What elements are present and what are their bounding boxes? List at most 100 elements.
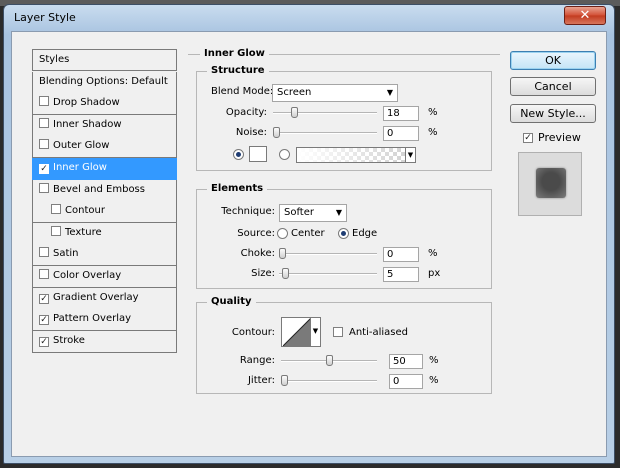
style-checkbox[interactable] [39, 139, 49, 150]
style-checkbox[interactable] [39, 182, 49, 193]
opacity-slider-thumb[interactable] [290, 107, 298, 118]
opacity-unit: % [428, 107, 438, 118]
choke-unit: % [428, 248, 438, 259]
style-list-item[interactable]: Color Overlay [32, 266, 177, 288]
source-edge-radio[interactable] [338, 228, 349, 239]
style-list-item[interactable]: Drop Shadow [32, 93, 177, 116]
contour-picker[interactable]: ▼ [281, 317, 321, 347]
source-center-radio[interactable] [277, 228, 288, 239]
style-list-item-label: Outer Glow [53, 140, 110, 152]
style-list-item[interactable]: Bevel and Emboss [32, 179, 177, 202]
range-slider-thumb[interactable] [326, 355, 333, 366]
style-list-item[interactable]: Outer Glow [32, 136, 177, 159]
glow-color-radio[interactable] [233, 149, 244, 160]
style-list-item[interactable]: Inner Shadow [32, 114, 177, 137]
size-slider[interactable] [279, 268, 377, 280]
jitter-slider[interactable] [281, 375, 377, 387]
glow-gradient-radio[interactable] [279, 149, 290, 160]
anti-aliased-label[interactable]: Anti-aliased [349, 327, 408, 338]
style-list-item-label: Blending Options: Default [39, 75, 168, 87]
range-unit: % [429, 355, 439, 366]
size-input[interactable]: 5 [383, 267, 419, 282]
elements-group: Elements Technique: Softer ▼ Source: Cen… [196, 183, 492, 289]
style-list-item-label: Gradient Overlay [53, 291, 139, 303]
preview-label[interactable]: Preview [538, 131, 581, 144]
style-checkbox[interactable] [39, 117, 49, 128]
technique-select[interactable]: Softer ▼ [279, 204, 347, 222]
style-checkbox[interactable]: ✓ [39, 315, 49, 326]
size-unit: px [428, 268, 441, 279]
jitter-slider-thumb[interactable] [281, 375, 288, 386]
style-checkbox[interactable]: ✓ [39, 336, 49, 347]
chevron-down-icon: ▼ [386, 88, 393, 97]
elements-title: Elements [207, 183, 268, 194]
opacity-slider[interactable] [273, 107, 377, 119]
opacity-input[interactable]: 18 [383, 106, 419, 121]
style-list-item[interactable]: Satin [32, 244, 177, 267]
inner-glow-title: Inner Glow [200, 48, 269, 59]
close-button[interactable]: ✕ [564, 6, 606, 25]
style-list-item-label: Styles [39, 54, 70, 65]
layer-style-dialog: Layer Style ✕ Styles Blending Options: De… [3, 4, 615, 464]
style-list-item[interactable]: Blending Options: Default [32, 71, 177, 94]
jitter-label: Jitter: [247, 375, 275, 386]
range-input[interactable]: 50 [389, 354, 423, 369]
style-list-item[interactable]: ✓ Inner Glow [32, 158, 177, 180]
contour-label: Contour: [231, 327, 275, 338]
style-list-item[interactable]: ✓ Stroke [32, 330, 177, 353]
noise-unit: % [428, 127, 438, 138]
quality-group: Quality Contour: ▼ Anti-aliased Range: 5… [196, 296, 492, 394]
opacity-label: Opacity: [225, 107, 267, 118]
close-icon: ✕ [579, 8, 591, 23]
style-checkbox[interactable] [51, 225, 61, 236]
style-list-item[interactable]: ✓ Gradient Overlay [32, 287, 177, 310]
style-checkbox[interactable]: ✓ [39, 293, 49, 304]
noise-input[interactable]: 0 [383, 126, 419, 141]
style-checkbox[interactable] [39, 247, 49, 258]
choke-input[interactable]: 0 [383, 247, 419, 262]
chevron-down-icon: ▼ [405, 147, 416, 163]
noise-slider[interactable] [273, 127, 377, 139]
cancel-button[interactable]: Cancel [510, 77, 596, 96]
quality-title: Quality [207, 296, 256, 307]
style-checkbox[interactable] [39, 269, 49, 279]
chevron-down-icon: ▼ [335, 208, 342, 217]
choke-slider[interactable] [279, 248, 377, 260]
style-list-item-label: Pattern Overlay [53, 313, 132, 325]
size-slider-thumb[interactable] [281, 268, 289, 279]
new-style-button[interactable]: New Style... [510, 104, 596, 123]
technique-value: Softer [284, 207, 314, 218]
dialog-title: Layer Style [14, 11, 76, 24]
preview-thumbnail [536, 168, 566, 198]
style-list-item-label: Inner Shadow [53, 118, 122, 130]
source-label: Source: [237, 228, 275, 239]
blend-mode-select[interactable]: Screen ▼ [272, 84, 398, 102]
glow-gradient-picker[interactable]: ▼ [296, 147, 416, 163]
style-list-item[interactable]: Contour [32, 201, 177, 224]
chevron-down-icon: ▼ [310, 318, 320, 346]
style-list-item[interactable]: Styles [32, 49, 177, 71]
style-checkbox[interactable]: ✓ [39, 164, 49, 174]
structure-title: Structure [207, 65, 269, 76]
style-list-item[interactable]: ✓ Pattern Overlay [32, 309, 177, 332]
jitter-input[interactable]: 0 [389, 374, 423, 389]
source-center-label[interactable]: Center [291, 228, 325, 239]
blend-mode-value: Screen [277, 87, 312, 98]
ok-button[interactable]: OK [510, 51, 596, 70]
range-label: Range: [239, 355, 275, 366]
anti-aliased-checkbox[interactable] [333, 327, 343, 337]
dialog-client-area: Styles Blending Options: Default Drop Shad… [11, 31, 607, 457]
style-list-item[interactable]: Texture [32, 222, 177, 245]
style-checkbox[interactable] [51, 204, 61, 215]
glow-color-swatch[interactable] [249, 146, 267, 162]
style-checkbox[interactable] [39, 96, 49, 107]
contour-curve-icon [283, 318, 311, 346]
style-list-item-label: Drop Shadow [53, 97, 120, 109]
choke-label: Choke: [240, 248, 275, 259]
range-slider[interactable] [281, 355, 377, 367]
source-edge-label[interactable]: Edge [352, 228, 377, 239]
choke-slider-thumb[interactable] [279, 248, 286, 259]
title-bar[interactable]: Layer Style ✕ [4, 5, 614, 31]
preview-checkbox[interactable]: ✓ [523, 133, 533, 143]
noise-slider-thumb[interactable] [273, 127, 280, 138]
